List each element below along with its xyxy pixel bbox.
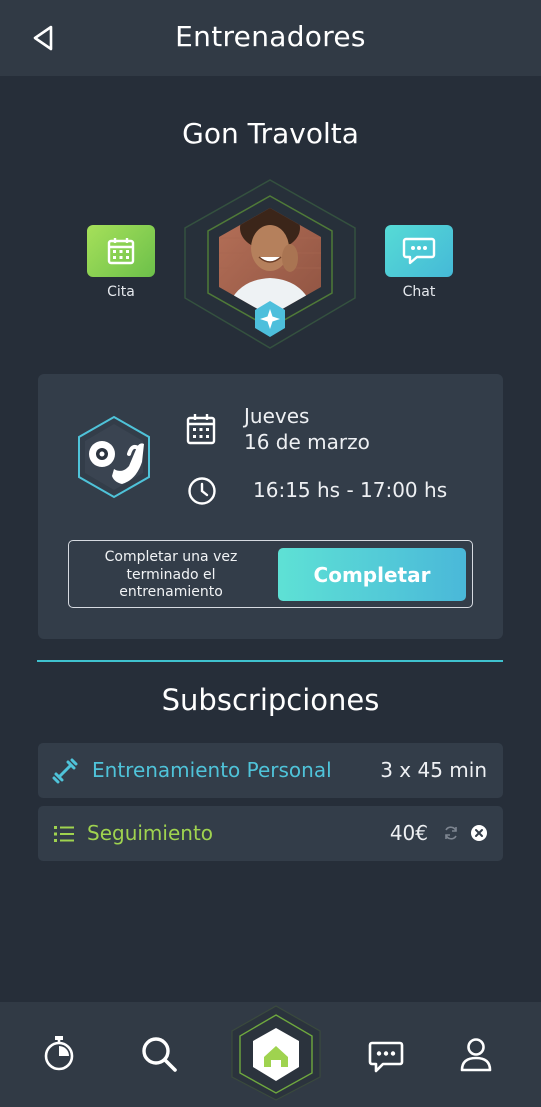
complete-box: Completar una vez terminado el entrenami…: [68, 540, 473, 608]
chat-label: Chat: [402, 284, 436, 300]
cancel-icon[interactable]: [470, 824, 488, 842]
subscription-row[interactable]: Entrenamiento Personal 3 x 45 min: [38, 743, 503, 798]
complete-note: Completar una vez terminado el entrenami…: [104, 549, 238, 600]
dumbbell-icon: [52, 758, 78, 784]
subscriptions-title: Subscripciones: [161, 683, 380, 717]
page-title: Entrenadores: [175, 20, 366, 53]
chat-tile[interactable]: [385, 225, 453, 277]
session-time: 16:15 hs - 17:00 hs: [253, 478, 448, 502]
home-icon[interactable]: [228, 1004, 324, 1102]
calendar-icon: [186, 414, 216, 445]
bottom-nav: [0, 1002, 541, 1107]
complete-button[interactable]: Completar: [278, 548, 466, 601]
training-logo-icon: [78, 415, 150, 499]
list-icon: [54, 826, 74, 842]
refresh-icon[interactable]: [443, 825, 459, 841]
stopwatch-icon[interactable]: [42, 1034, 76, 1072]
subscription-value: 40€: [389, 821, 428, 845]
divider: [37, 660, 503, 662]
subscription-name: Entrenamiento Personal: [92, 758, 332, 782]
clock-icon: [188, 477, 216, 505]
chat-icon[interactable]: [368, 1040, 404, 1074]
session-day: Jueves: [244, 404, 310, 428]
subscription-value: 3 x 45 min: [380, 758, 487, 782]
cita-button[interactable]: Cita: [87, 225, 155, 300]
calendar-icon: [107, 238, 135, 265]
profile-icon[interactable]: [459, 1037, 493, 1073]
session-date: 16 de marzo: [244, 430, 370, 454]
session-card: Jueves 16 de marzo 16:15 hs - 17:00 hs C…: [38, 374, 503, 639]
header: Entrenadores: [0, 0, 541, 76]
subscription-name: Seguimiento: [87, 821, 214, 845]
search-icon[interactable]: [140, 1035, 178, 1073]
cita-label: Cita: [107, 284, 135, 300]
chat-button[interactable]: Chat: [385, 225, 453, 300]
cita-tile[interactable]: [87, 225, 155, 277]
subscription-row[interactable]: Seguimiento 40€: [38, 806, 503, 861]
chat-bubble-icon: [402, 237, 436, 265]
trainer-avatar: [180, 168, 360, 352]
trainer-name: Gon Travolta: [182, 117, 359, 150]
